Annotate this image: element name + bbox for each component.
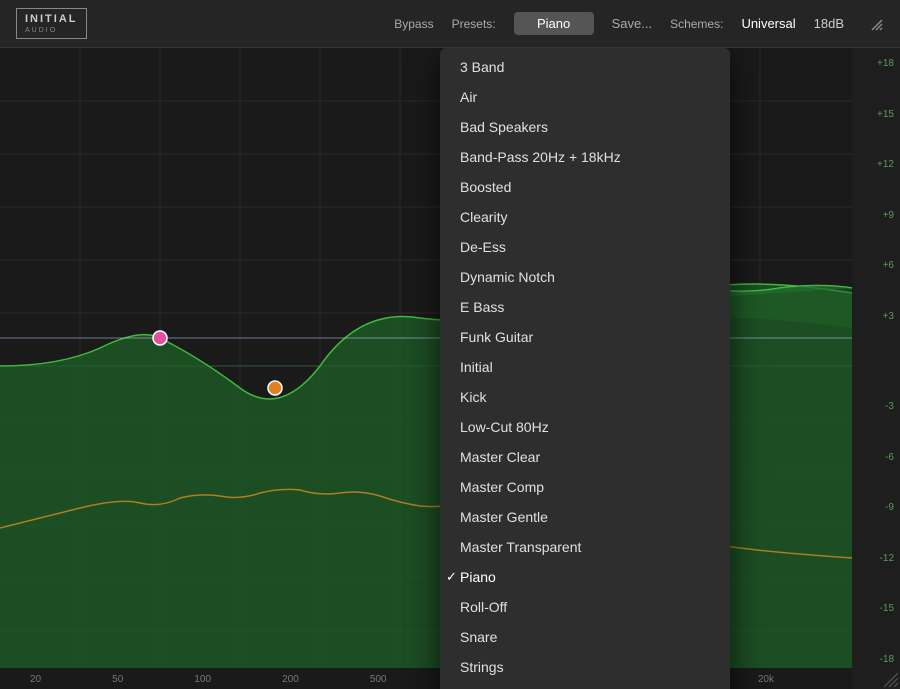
dropdown-item-telephone[interactable]: Telephone [440, 682, 730, 689]
dropdown-item-master-comp[interactable]: Master Comp [440, 472, 730, 502]
logo-text-line2: AUDIO [25, 27, 78, 34]
dropdown-item-snare[interactable]: Snare [440, 622, 730, 652]
dropdown-item-label: Funk Guitar [460, 329, 533, 345]
eq-canvas[interactable]: 20 50 100 200 500 10k 20k 3 BandAirBad S… [0, 48, 852, 689]
dropdown-item-label: Initial [460, 359, 493, 375]
dropdown-item-master-transparent[interactable]: Master Transparent [440, 532, 730, 562]
dropdown-item-label: De-Ess [460, 239, 506, 255]
dropdown-item-bad-speakers[interactable]: Bad Speakers [440, 112, 730, 142]
dropdown-item-band-pass-20hz--18khz[interactable]: Band-Pass 20Hz + 18kHz [440, 142, 730, 172]
freq-label-20: 20 [30, 674, 41, 685]
header-bar: INITIAL AUDIO Bypass Presets: Piano Save… [0, 0, 900, 48]
dropdown-item-3-band[interactable]: 3 Band [440, 52, 730, 82]
dropdown-item-de-ess[interactable]: De-Ess [440, 232, 730, 262]
dropdown-item-label: Roll-Off [460, 599, 507, 615]
dropdown-item-label: Kick [460, 389, 486, 405]
freq-label-20k: 20k [758, 674, 774, 685]
dropdown-item-piano[interactable]: ✓Piano [440, 562, 730, 592]
dropdown-item-label: Boosted [460, 179, 511, 195]
dropdown-item-label: Band-Pass 20Hz + 18kHz [460, 149, 621, 165]
selected-checkmark-icon: ✓ [446, 569, 457, 585]
schemes-label: Schemes: [670, 17, 723, 31]
db-tick-3p: +3 [883, 311, 894, 322]
dropdown-item-label: Bad Speakers [460, 119, 548, 135]
dropdown-item-label: Master Comp [460, 479, 544, 495]
dropdown-item-master-gentle[interactable]: Master Gentle [440, 502, 730, 532]
dropdown-item-label: Dynamic Notch [460, 269, 555, 285]
dropdown-item-label: Air [460, 89, 477, 105]
freq-label-100: 100 [194, 674, 211, 685]
dropdown-item-label: Snare [460, 629, 497, 645]
dropdown-item-label: Master Clear [460, 449, 540, 465]
db-tick-9p: +9 [883, 210, 894, 221]
dropdown-item-initial[interactable]: Initial [440, 352, 730, 382]
main-area: 20 50 100 200 500 10k 20k 3 BandAirBad S… [0, 48, 900, 689]
dropdown-item-kick[interactable]: Kick [440, 382, 730, 412]
dropdown-item-e-bass[interactable]: E Bass [440, 292, 730, 322]
dropdown-item-label: Master Transparent [460, 539, 581, 555]
db-scale: +18 +15 +12 +9 +6 +3 -3 -6 -9 -12 -15 -1… [852, 48, 900, 689]
dropdown-item-label: Low-Cut 80Hz [460, 419, 549, 435]
corner-hatch-icon [880, 669, 900, 689]
dropdown-item-strings[interactable]: Strings [440, 652, 730, 682]
db-tick-12p: +12 [877, 159, 894, 170]
logo: INITIAL AUDIO [16, 8, 87, 38]
db-tick-9n: -9 [885, 502, 894, 513]
db-tick-3n: -3 [885, 401, 894, 412]
presets-label: Presets: [452, 17, 496, 31]
dropdown-item-boosted[interactable]: Boosted [440, 172, 730, 202]
dropdown-item-label: Piano [460, 569, 496, 585]
dropdown-item-label: Master Gentle [460, 509, 548, 525]
db-tick-15p: +15 [877, 109, 894, 120]
dropdown-item-low-cut-80hz[interactable]: Low-Cut 80Hz [440, 412, 730, 442]
db-range-value: 18dB [814, 16, 844, 31]
dropdown-item-dynamic-notch[interactable]: Dynamic Notch [440, 262, 730, 292]
dropdown-item-label: Strings [460, 659, 504, 675]
db-tick-6p: +6 [883, 260, 894, 271]
db-tick-18n: -18 [880, 654, 894, 665]
preset-dropdown-button[interactable]: Piano [514, 12, 594, 35]
logo-text-line1: INITIAL [25, 13, 78, 26]
db-tick-12n: -12 [880, 553, 894, 564]
dropdown-item-label: 3 Band [460, 59, 504, 75]
save-button[interactable]: Save... [612, 16, 652, 31]
schemes-value: Universal [741, 16, 795, 31]
dropdown-item-air[interactable]: Air [440, 82, 730, 112]
freq-label-200: 200 [282, 674, 299, 685]
dropdown-item-label: Clearity [460, 209, 507, 225]
freq-label-50: 50 [112, 674, 123, 685]
dropdown-item-roll-off[interactable]: Roll-Off [440, 592, 730, 622]
freq-label-500: 500 [370, 674, 387, 685]
db-tick-18p: +18 [877, 58, 894, 69]
dropdown-item-label: E Bass [460, 299, 504, 315]
bypass-label: Bypass [394, 17, 433, 31]
db-tick-15n: -15 [880, 603, 894, 614]
resize-icon [868, 16, 884, 32]
db-tick-6n: -6 [885, 452, 894, 463]
dropdown-item-funk-guitar[interactable]: Funk Guitar [440, 322, 730, 352]
preset-dropdown-menu: 3 Band Air Bad Speakers Band-Pass 20Hz + 18… [440, 48, 730, 689]
header-controls: Bypass Presets: Piano Save... Schemes: U… [394, 12, 884, 35]
dropdown-item-clearity[interactable]: Clearity [440, 202, 730, 232]
dropdown-item-master-clear[interactable]: Master Clear [440, 442, 730, 472]
